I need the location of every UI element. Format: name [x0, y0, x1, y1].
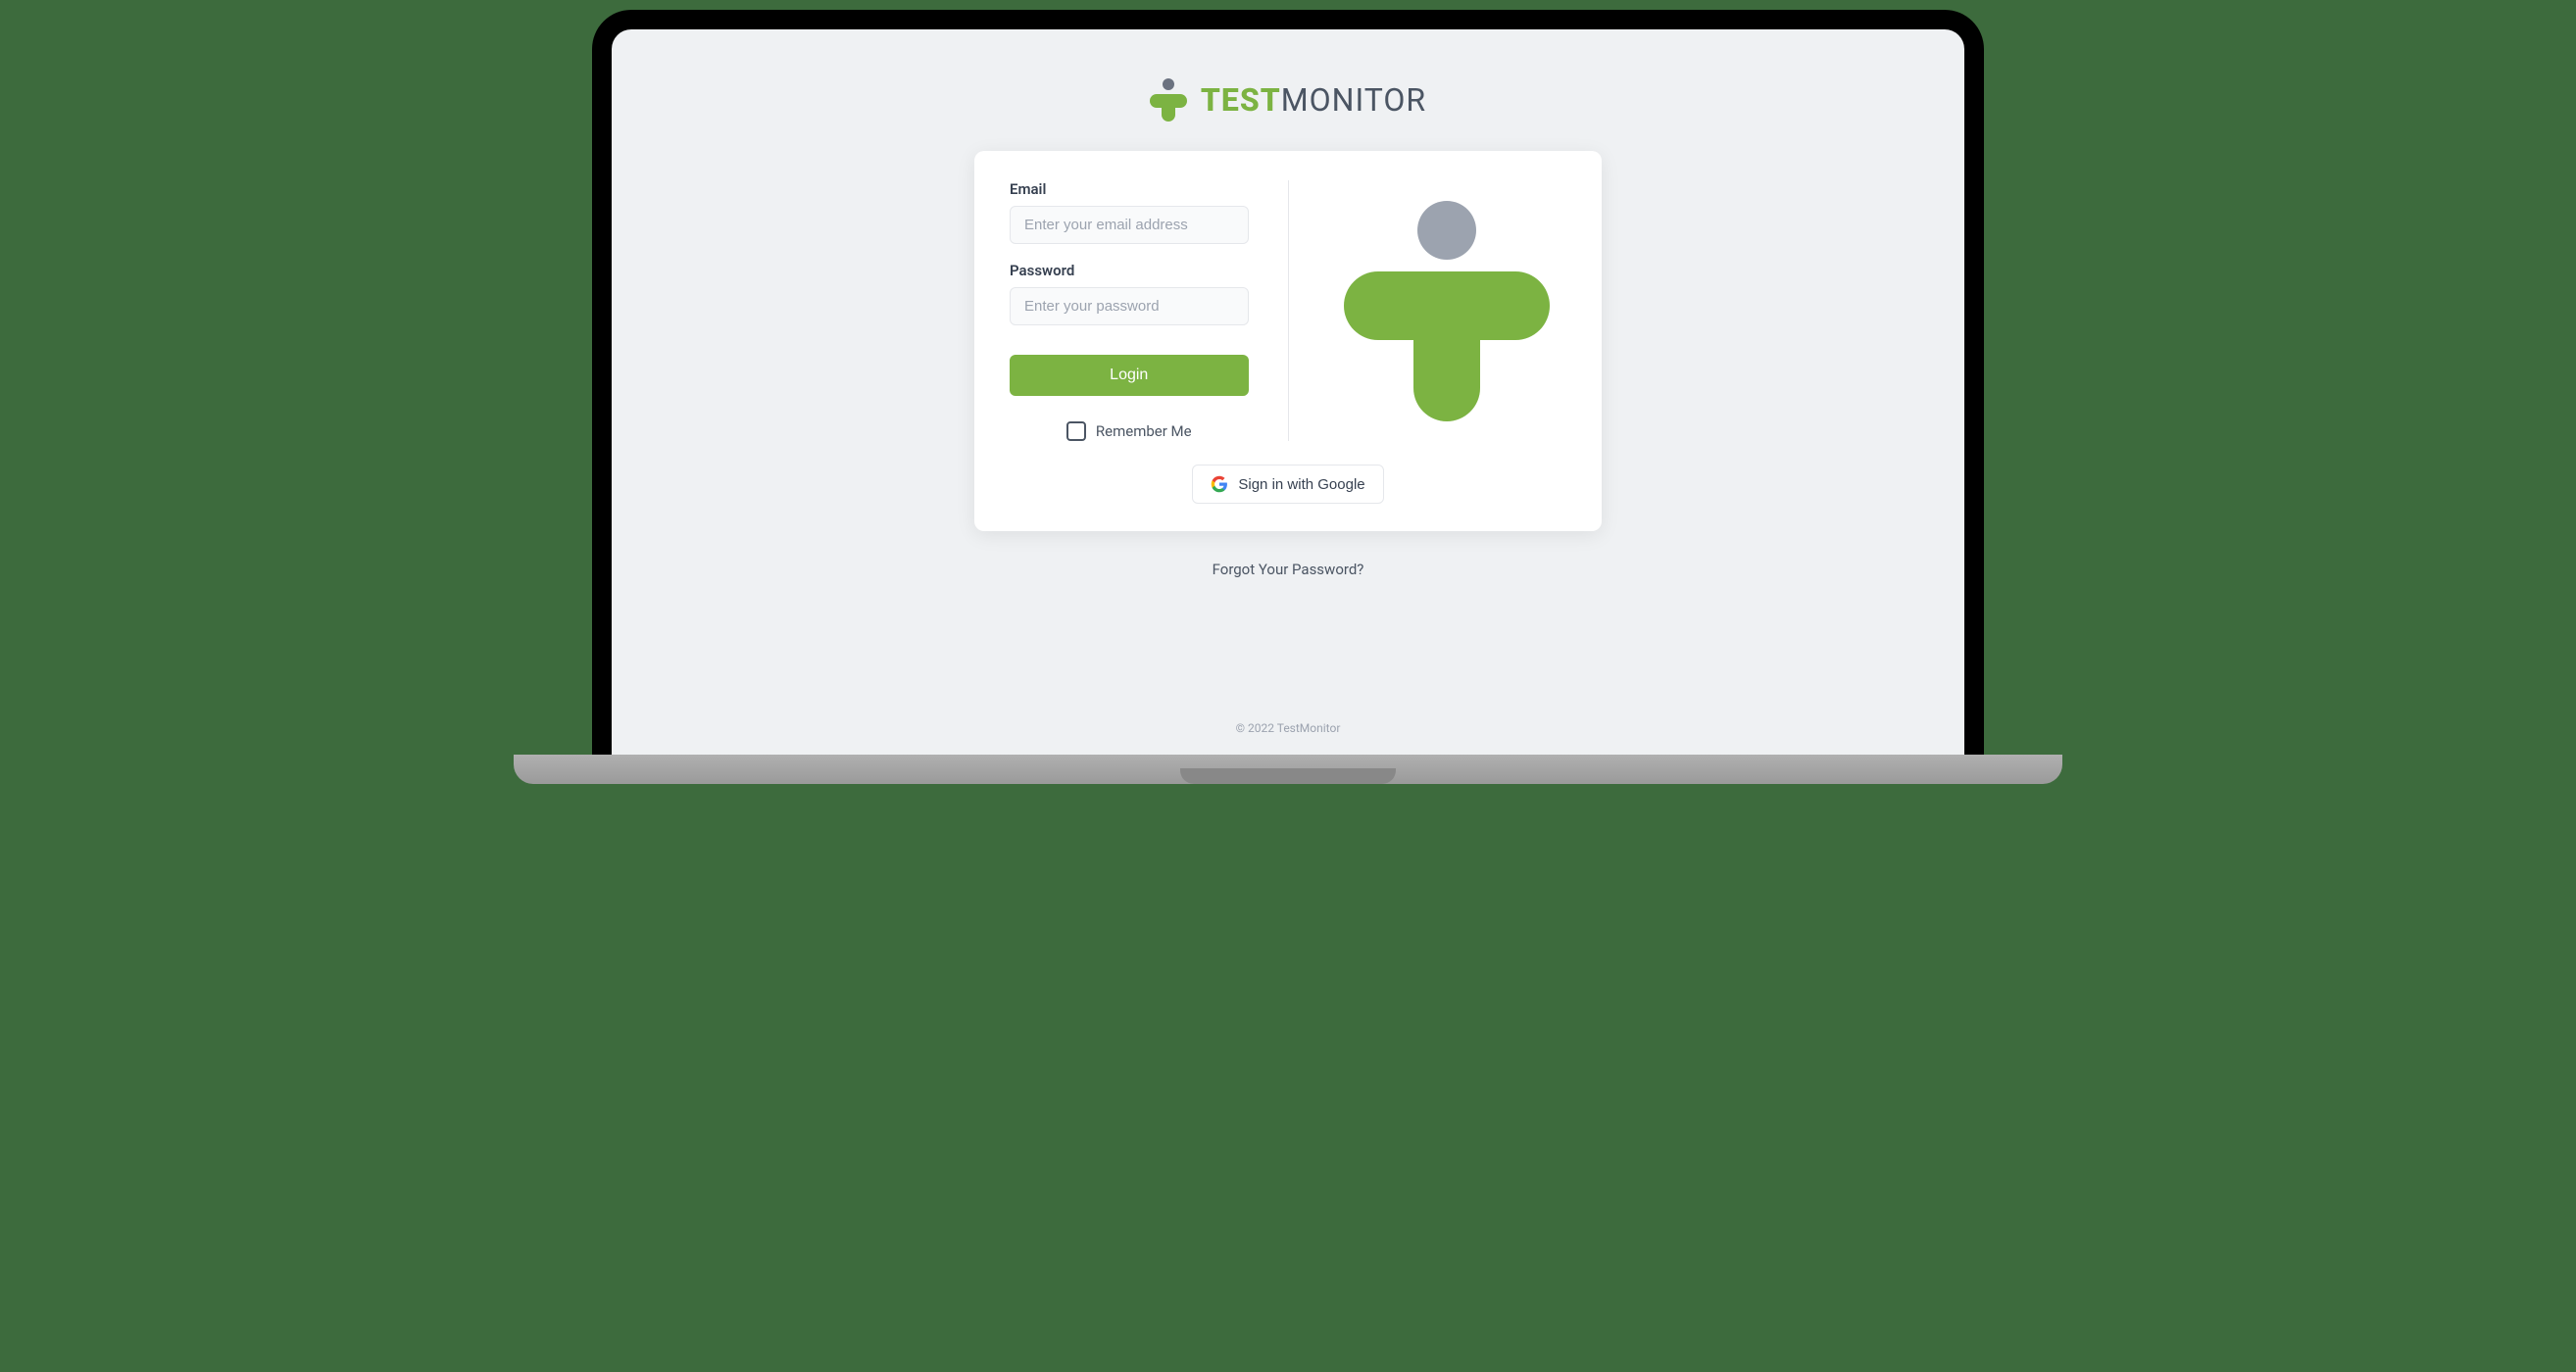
testmonitor-logo-large-icon	[1344, 201, 1550, 421]
password-label: Password	[1010, 262, 1249, 279]
forgot-password-link[interactable]: Forgot Your Password?	[1213, 561, 1364, 578]
brand-name-bold: TEST	[1201, 81, 1281, 119]
remember-me-checkbox[interactable]	[1066, 421, 1086, 441]
login-button[interactable]: Login	[1010, 355, 1249, 396]
laptop-notch	[1180, 768, 1396, 784]
remember-me-label: Remember Me	[1096, 422, 1192, 440]
email-input[interactable]	[1010, 206, 1249, 244]
footer-copyright: © 2022 TestMonitor	[1236, 721, 1341, 735]
brand-logo-header: TESTMONITOR	[1150, 78, 1426, 122]
brand-wordmark: TESTMONITOR	[1201, 81, 1426, 119]
laptop-frame: TESTMONITOR Email Password Login	[592, 10, 1984, 755]
app-screen: TESTMONITOR Email Password Login	[612, 29, 1964, 755]
password-input[interactable]	[1010, 287, 1249, 325]
testmonitor-logo-icon	[1150, 78, 1187, 122]
login-card: Email Password Login Remember Me	[974, 151, 1602, 531]
google-signin-button[interactable]: Sign in with Google	[1192, 465, 1383, 504]
brand-name-light: MONITOR	[1281, 81, 1426, 119]
login-form: Email Password Login Remember Me	[1010, 180, 1289, 441]
google-icon	[1211, 475, 1228, 493]
email-label: Email	[1010, 180, 1249, 198]
brand-illustration-panel	[1289, 180, 1567, 441]
google-signin-label: Sign in with Google	[1238, 476, 1364, 493]
